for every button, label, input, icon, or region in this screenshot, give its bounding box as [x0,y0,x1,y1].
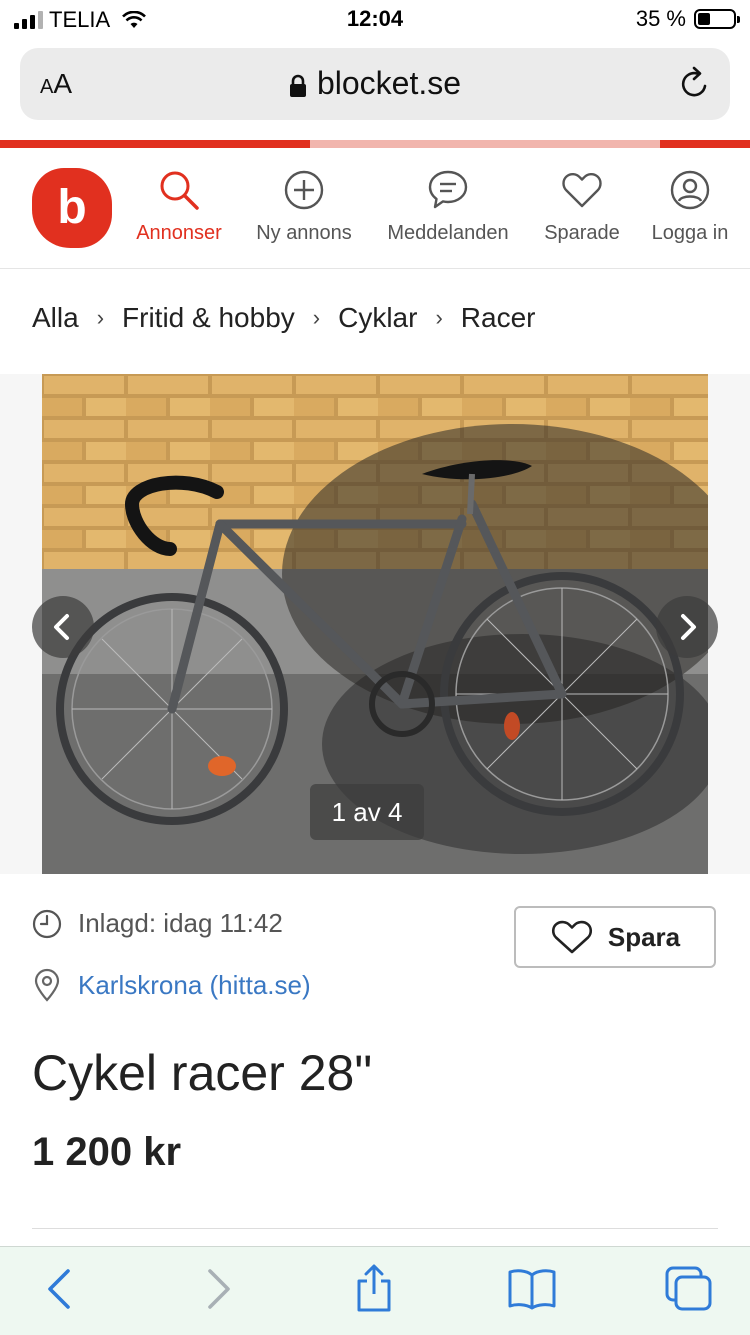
save-label: Spara [607,921,681,952]
blocket-logo[interactable]: b [32,168,112,248]
breadcrumb-racer[interactable]: Racer [461,302,536,334]
domain-text: blocket.se [316,65,462,101]
breadcrumb: Alla › Fritid & hobby › Cyklar › Racer [32,302,535,334]
location-info[interactable]: Karlskrona (hitta.se) [32,968,311,1002]
divider [32,1228,718,1229]
url-display[interactable]: blocket.se [20,65,730,102]
page-load-accent [0,140,750,148]
breadcrumb-alla[interactable]: Alla [32,302,79,334]
posted-info: Inlagd: idag 11:42 [32,908,283,939]
site-header: b Annonser Ny annons Meddelanden Sparade [0,148,750,269]
user-avatar-icon [670,170,710,210]
listing-title: Cykel racer 28" [32,1045,373,1101]
chevron-right-icon [681,614,696,640]
back-icon[interactable] [42,1267,78,1311]
nav-meddelanden[interactable]: Meddelanden [382,168,514,245]
nav-sparade[interactable]: Sparade [540,168,624,245]
heart-icon [562,172,602,208]
chevron-left-icon [54,614,69,640]
image-counter: 1 av 4 [310,784,424,840]
chevron-right-icon: › [435,305,443,330]
add-circle-icon [284,170,324,210]
gallery-prev-button[interactable] [32,596,94,658]
status-bar: TELIA 12:04 35 % [0,0,750,40]
clock-icon [32,909,62,938]
search-icon [160,171,199,210]
nav-logga-in[interactable]: Logga in [648,168,732,245]
breadcrumb-fritid-hobby[interactable]: Fritid & hobby [122,302,295,334]
gallery-next-button[interactable] [656,596,718,658]
posted-time: Inlagd: idag 11:42 [78,908,283,938]
address-bar[interactable]: AA blocket.se [20,48,730,120]
browser-toolbar [0,1246,750,1335]
heart-icon [551,920,592,954]
listing-price: 1 200 kr [32,1130,182,1174]
lock-icon [289,74,306,97]
battery-percent: 35 % [635,6,686,31]
image-gallery[interactable]: 1 av 4 [0,374,750,874]
forward-icon[interactable] [200,1267,236,1311]
chevron-right-icon: › [96,305,105,330]
chat-bubble-icon [428,170,468,209]
location-pin-icon [34,968,60,1002]
chevron-right-icon: › [312,305,321,330]
reload-icon[interactable] [678,66,712,102]
save-listing-button[interactable]: Spara [514,906,716,968]
battery-icon [694,9,740,29]
breadcrumb-cyklar[interactable]: Cyklar [338,302,417,334]
location-link[interactable]: Karlskrona (hitta.se) [78,970,311,1001]
share-icon[interactable] [354,1263,394,1313]
nav-annonser[interactable]: Annonser [132,168,226,245]
bookmarks-icon[interactable] [506,1267,558,1311]
nav-ny-annons[interactable]: Ny annons [252,168,356,245]
tabs-icon[interactable] [664,1265,714,1313]
